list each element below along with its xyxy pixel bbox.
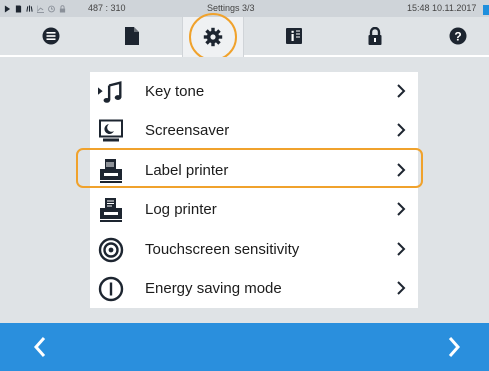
screensaver-icon bbox=[98, 118, 124, 144]
device-screen: 487 : 310 Settings 3/3 15:48 10.11.2017 bbox=[0, 0, 489, 371]
back-button[interactable] bbox=[5, 323, 75, 371]
menu-item-energy-saving-mode[interactable]: Energy saving mode bbox=[90, 269, 418, 308]
wifi-icon bbox=[26, 5, 33, 12]
settings-menu: Key tone Screensaver Label printer Log p… bbox=[90, 72, 418, 309]
chevron-right-icon bbox=[397, 202, 406, 216]
chevron-right-icon bbox=[397, 241, 406, 256]
coordinates-readout: 487 : 310 bbox=[88, 3, 126, 13]
svg-text:?: ? bbox=[454, 30, 461, 44]
menu-item-label: Energy saving mode bbox=[145, 279, 282, 297]
date-time: 15:48 10.11.2017 bbox=[407, 3, 477, 13]
lock-icon bbox=[368, 27, 382, 45]
chevron-left-icon bbox=[33, 337, 46, 357]
music-note-icon bbox=[98, 79, 124, 105]
menu-item-log-printer[interactable]: Log printer bbox=[90, 190, 418, 229]
tab-lock[interactable] bbox=[344, 17, 406, 55]
menu-item-key-tone[interactable]: Key tone bbox=[90, 72, 418, 111]
chart-icon bbox=[37, 5, 44, 13]
help-icon: ? bbox=[449, 27, 467, 45]
info-book-icon bbox=[286, 28, 302, 44]
chevron-right-icon bbox=[397, 84, 406, 98]
menu-item-label: Screensaver bbox=[145, 122, 230, 140]
tab-document[interactable] bbox=[101, 17, 163, 55]
tab-info[interactable] bbox=[263, 17, 325, 55]
log-printer-icon bbox=[98, 197, 124, 223]
selected-item-highlight bbox=[76, 148, 423, 188]
chevron-right-icon bbox=[397, 281, 406, 295]
menu-item-label: Key tone bbox=[145, 83, 205, 100]
play-icon bbox=[4, 5, 11, 12]
list-icon bbox=[42, 27, 60, 45]
menu-item-label: Log printer bbox=[145, 201, 217, 219]
tab-list[interactable] bbox=[20, 17, 82, 55]
status-bar: 487 : 310 Settings 3/3 15:48 10.11.2017 bbox=[0, 0, 489, 17]
chevron-right-icon bbox=[448, 337, 461, 357]
bottom-nav-bar bbox=[0, 323, 489, 371]
tab-highlight-ring bbox=[189, 13, 237, 61]
menu-item-label: Touchscreen sensitivity bbox=[145, 240, 300, 258]
target-icon bbox=[98, 237, 124, 263]
chevron-right-icon bbox=[397, 123, 406, 138]
screen-title: Settings 3/3 bbox=[207, 3, 255, 13]
main-panel: Key tone Screensaver Label printer Log p… bbox=[0, 57, 489, 323]
status-accent bbox=[483, 5, 489, 15]
sd-card-icon bbox=[15, 5, 22, 12]
power-icon bbox=[98, 276, 124, 302]
status-icons bbox=[4, 4, 66, 13]
lock-icon bbox=[59, 4, 66, 12]
clock-icon bbox=[48, 5, 55, 12]
document-icon bbox=[125, 27, 139, 45]
menu-item-screensaver[interactable]: Screensaver bbox=[90, 111, 418, 150]
tab-bar: ? bbox=[0, 17, 489, 57]
tab-help[interactable]: ? bbox=[427, 17, 489, 55]
menu-item-touchscreen-sensitivity[interactable]: Touchscreen sensitivity bbox=[90, 230, 418, 269]
next-button[interactable] bbox=[419, 323, 489, 371]
